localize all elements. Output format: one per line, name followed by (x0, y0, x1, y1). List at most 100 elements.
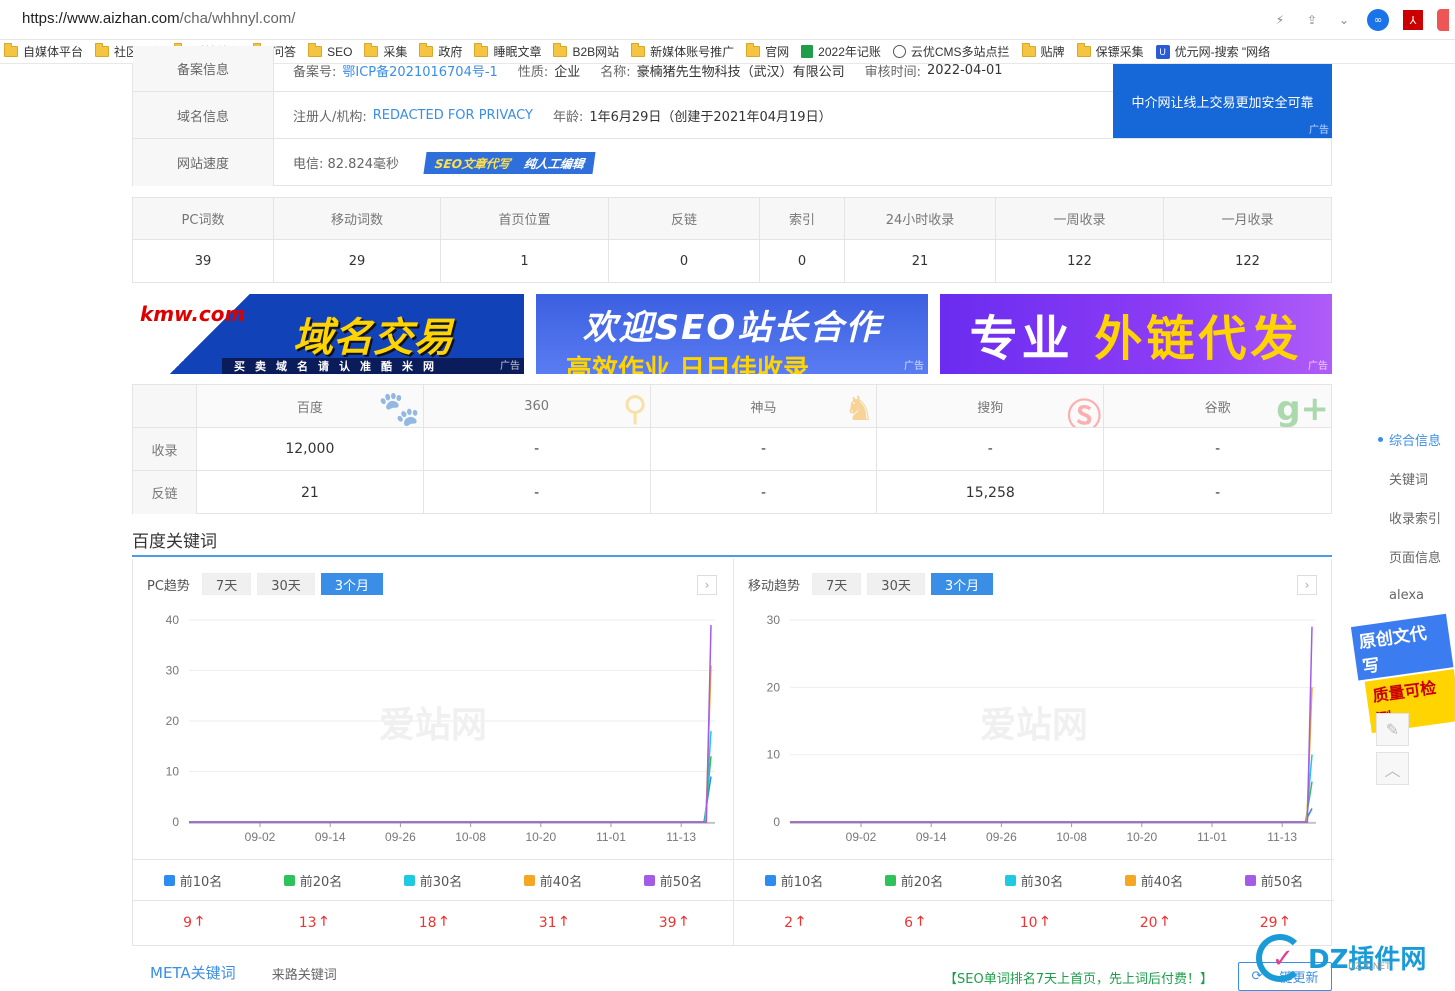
extension-partial-icon[interactable] (1437, 9, 1449, 31)
legend-swatch-icon (163, 874, 175, 886)
legend-item[interactable]: 前30名 (403, 871, 462, 890)
ad-tag: 广告 (1309, 125, 1329, 136)
rank-count[interactable]: 9 🡑 (163, 912, 223, 934)
float-writing-ad[interactable]: 原创文代写 质量可检测 (1350, 613, 1455, 734)
corner-cell (133, 385, 197, 427)
stats-value-cell[interactable]: 122 (996, 240, 1164, 282)
stats-value-cell[interactable]: 21 (845, 240, 996, 282)
side-nav-item[interactable]: 页面信息 (1374, 537, 1454, 576)
legend-swatch-icon (283, 874, 295, 886)
range-30d-button[interactable]: 30天 (867, 573, 925, 595)
registrant-link[interactable]: REDACTED FOR PRIVACY (373, 108, 533, 123)
chevron-down-icon[interactable]: ⌄ (1335, 11, 1353, 29)
chevron-right-icon[interactable]: › (1297, 575, 1317, 595)
stats-value-cell[interactable]: 122 (1164, 240, 1331, 282)
rank-count[interactable]: 2 🡑 (764, 912, 824, 934)
rank-count[interactable]: 6 🡑 (884, 912, 944, 934)
index-shenma: - (651, 428, 878, 470)
chevron-right-icon[interactable]: › (697, 575, 717, 595)
bookmark-item[interactable]: 自媒体平台 (0, 43, 91, 60)
seo-badge-a: SEO文章代写 (433, 156, 511, 170)
browser-toolbar: https://www.aizhan.com/cha/whhnyl.com/ ⚡… (0, 0, 1455, 40)
x-tick-label: 09-26 (385, 830, 416, 844)
beian-link[interactable]: 鄂ICP备2021016704号-1 (342, 61, 497, 80)
rank-count[interactable]: 18 🡑 (403, 912, 463, 934)
seo-promo-link[interactable]: 【SEO单词排名7天上首页，先上词后付费！】 (944, 968, 1213, 987)
age-key: 年龄: (552, 109, 584, 125)
x-tick-label: 09-26 (986, 830, 1017, 844)
range-7d-button[interactable]: 7天 (812, 573, 862, 595)
rank-count[interactable]: 20 🡑 (1124, 912, 1184, 934)
range-3m-button[interactable]: 3个月 (930, 573, 994, 595)
nav-dot-icon (1378, 437, 1383, 442)
legend-item[interactable]: 前20名 (884, 871, 943, 890)
backlink-sogou[interactable]: 15,258 (877, 471, 1105, 514)
rank-count[interactable]: 31 🡑 (523, 912, 583, 934)
side-nav-item[interactable]: alexa (1374, 576, 1454, 615)
site-info-table: 备案信息 备案号: 鄂ICP备2021016704号-1 性质: 企业 名称: … (132, 46, 1332, 186)
legend-item[interactable]: 前10名 (163, 871, 222, 890)
lightning-icon[interactable]: ⚡ (1271, 11, 1289, 29)
legend-item[interactable]: 前40名 (1124, 871, 1183, 890)
escrow-ad-text: 中介网让线上交易更加安全可靠 (1131, 95, 1314, 111)
date-value: 2022-04-01 (927, 63, 1003, 78)
range-7d-button[interactable]: 7天 (201, 573, 252, 595)
rank-count[interactable]: 10 🡑 (1004, 912, 1064, 934)
banner-seo-sub: 高效作业 日日佳收录 (566, 355, 810, 374)
stats-header-cell: 首页位置 (441, 198, 609, 239)
mobile-trend-panel: 移动趋势 7天 30天 3个月 › 0 10 20 30 09-02 09-14 09-26… (733, 559, 1334, 945)
backlink-baidu[interactable]: 21 (197, 471, 424, 514)
stats-value-cell[interactable]: 0 (760, 240, 845, 282)
share-icon[interactable]: ⇪ (1303, 11, 1321, 29)
legend-item[interactable]: 前20名 (283, 871, 342, 890)
legend-item[interactable]: 前50名 (643, 871, 702, 890)
stats-value-cell[interactable]: 39 (133, 240, 274, 282)
series-line (189, 756, 712, 823)
edit-pencil-icon[interactable]: ✎ (1376, 713, 1409, 746)
engine-backlink-row: 反链 21 - - 15,258 - (133, 471, 1331, 514)
folder-icon (4, 43, 18, 57)
seo-writing-ad[interactable]: SEO文章代写 纯人工编辑 (423, 151, 596, 174)
banner-seo-cooperation[interactable]: 欢迎SEO站长合作 高效作业 日日佳收录 广告 (536, 294, 928, 374)
domain-label: 域名信息 (133, 92, 274, 138)
legend-item[interactable]: 前40名 (523, 871, 582, 890)
y-tick-label: 20 (767, 680, 781, 694)
y-tick-label: 30 (166, 664, 180, 678)
stats-value-cell[interactable]: 29 (274, 240, 441, 282)
side-nav-item[interactable]: 综合信息 (1374, 420, 1454, 459)
side-nav-item[interactable]: 收录索引 (1374, 498, 1454, 537)
rank-count[interactable]: 39 🡑 (643, 912, 703, 934)
index-row-label: 收录 (133, 428, 197, 470)
banner-domain-trade[interactable]: kmw.com 域名交易 买卖域名请认准酷米网 广告 (132, 294, 524, 374)
x-tick-label: 10-20 (1126, 830, 1157, 844)
backlink-360: - (424, 471, 651, 514)
legend-item[interactable]: 前10名 (764, 871, 823, 890)
rank-count[interactable]: 13 🡑 (283, 912, 343, 934)
x-tick-label: 10-08 (455, 830, 486, 844)
tab-meta-keywords[interactable]: META关键词 (150, 962, 236, 983)
tab-source-keywords[interactable]: 来路关键词 (272, 964, 337, 983)
range-30d-button[interactable]: 30天 (257, 573, 315, 595)
arrow-up-icon: 🡑 (560, 914, 568, 929)
extension-infinity-icon[interactable]: ∞ (1367, 9, 1389, 31)
stats-value-cell[interactable]: 1 (441, 240, 609, 282)
y-tick-label: 0 (172, 815, 179, 829)
escrow-ad-banner[interactable]: 中介网让线上交易更加安全可靠 广告 (1113, 64, 1332, 138)
back-to-top-icon[interactable]: ︿ (1376, 752, 1409, 785)
side-nav-item[interactable]: 关键词 (1374, 459, 1454, 498)
legend-item[interactable]: 前30名 (1004, 871, 1063, 890)
side-nav-label: alexa (1389, 588, 1425, 603)
backlink-shenma: - (651, 471, 878, 514)
chart-watermark: 爱站网 (980, 705, 1088, 746)
stats-header-cell: 反链 (609, 198, 760, 239)
banner-external-links[interactable]: 专业 外链代发 广告 (940, 294, 1332, 374)
arrow-up-icon: 🡑 (797, 914, 804, 929)
stats-value-cell[interactable]: 0 (609, 240, 760, 282)
address-bar[interactable]: https://www.aizhan.com/cha/whhnyl.com/ (22, 10, 295, 27)
extension-pdf-icon[interactable]: ⅄ (1403, 10, 1423, 30)
range-3m-button[interactable]: 3个月 (320, 573, 384, 595)
y-tick-label: 30 (767, 613, 781, 627)
legend-item[interactable]: 前50名 (1244, 871, 1303, 890)
index-baidu[interactable]: 12,000 (197, 428, 424, 470)
speed-value: 电信: 82.824毫秒 (293, 157, 399, 172)
